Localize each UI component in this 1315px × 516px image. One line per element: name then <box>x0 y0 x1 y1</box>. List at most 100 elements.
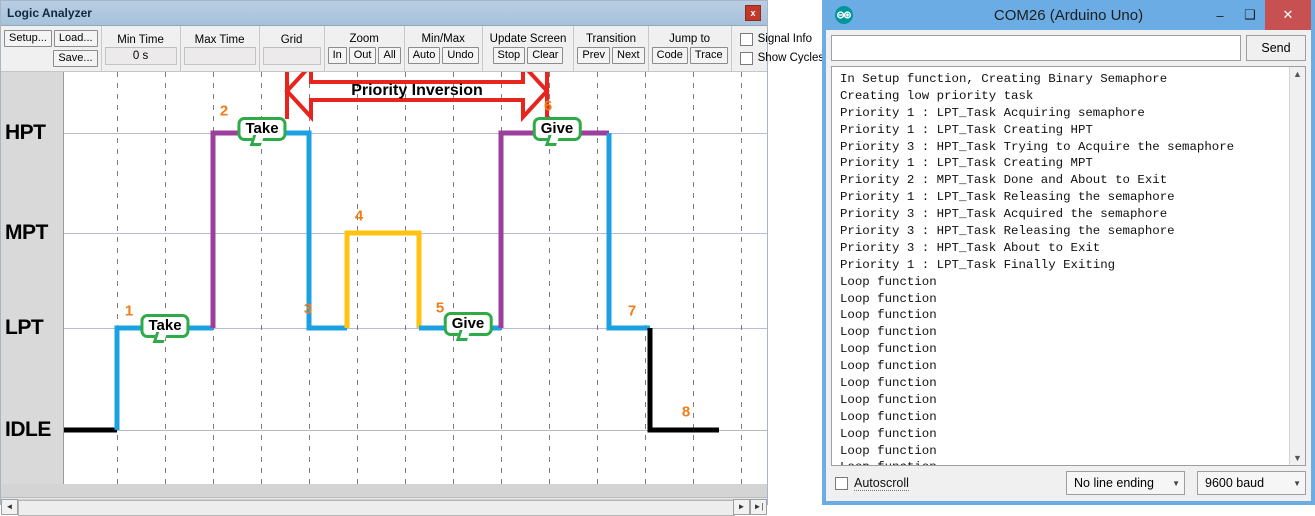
logic-analyzer-window: Logic Analyzer x Setup... Load... Save..… <box>0 0 837 516</box>
serial-line: Loop function <box>840 358 1289 375</box>
serial-line-text: Priority 1 : LPT_Task Releasing the sema… <box>840 190 1175 205</box>
minmax-auto-button[interactable]: Auto <box>407 47 441 64</box>
serial-output-area[interactable]: In Setup function, Creating Binary Semap… <box>831 66 1306 466</box>
signal-label-lpt: LPT <box>5 316 44 339</box>
toolbar-group-min-time: Min Time 0 s <box>102 26 181 71</box>
scroll-up-button[interactable]: ▲ <box>1293 67 1302 81</box>
baud-rate-value: 9600 baud <box>1205 476 1265 490</box>
zoom-label: Zoom <box>349 32 379 45</box>
close-icon[interactable]: ✕ <box>1265 0 1311 30</box>
minmax-undo-button[interactable]: Undo <box>442 47 479 64</box>
plot-area: HPT MPT LPT IDLE Priority Inversion 1 2 3 4 5 6 7 8… <box>1 72 767 484</box>
serial-line-text: Loop function <box>840 460 937 465</box>
serial-line-number: 5 <box>831 189 832 206</box>
serial-line-text: Loop function <box>840 426 937 441</box>
zoom-out-button[interactable]: Out <box>348 47 377 64</box>
event-marker-1: 1 <box>124 302 134 320</box>
zoom-in-button[interactable]: In <box>327 47 347 64</box>
baud-rate-select[interactable]: 9600 baud ▼ <box>1197 471 1306 495</box>
serial-monitor-window: COM26 (Arduino Uno) – ❑ ✕ Send In Setup … <box>822 0 1315 505</box>
serial-line-text: Priority 1 : LPT_Task Finally Exiting <box>840 257 1116 272</box>
serial-line: Loop function <box>840 459 1289 465</box>
semaphore-bubble-give-4: Give <box>532 117 582 141</box>
plot-bottom-spacer <box>1 484 767 497</box>
serial-line-number: 6 <box>831 206 832 223</box>
signal-label-column: HPT MPT LPT IDLE <box>1 72 64 484</box>
serial-line: Loop function <box>840 307 1289 324</box>
load-button[interactable]: Load... <box>53 30 98 47</box>
serial-line-text: Loop function <box>840 342 937 357</box>
serial-vertical-scrollbar[interactable]: ▲ ▼ <box>1289 67 1305 465</box>
minimize-icon[interactable]: – <box>1205 0 1235 30</box>
close-icon[interactable]: x <box>745 5 761 21</box>
send-button[interactable]: Send <box>1246 35 1306 61</box>
scroll-down-button[interactable]: ▼ <box>1293 451 1302 465</box>
serial-line-text: Loop function <box>840 409 937 424</box>
scrollbar-thumb[interactable] <box>18 499 735 516</box>
toolbar-group-zoom: Zoom In Out All <box>325 26 405 71</box>
serial-line: Loop function <box>840 426 1289 443</box>
scroll-end-button[interactable]: ►| <box>750 498 767 515</box>
checkbox-show-cycles[interactable]: Show Cycles <box>739 49 824 68</box>
toolbar-group-update-screen: Update Screen Stop Clear <box>483 26 575 71</box>
min-time-label: Min Time <box>117 33 164 46</box>
chevron-down-icon: ▼ <box>1293 478 1301 488</box>
serial-line: 7Priority 1 : LPT_Task Finally Exiting <box>840 257 1289 274</box>
serial-line: Loop function <box>840 375 1289 392</box>
scrollbar-track[interactable] <box>18 498 735 516</box>
serial-line-number: 7 <box>831 257 832 274</box>
show-cycles-checkbox[interactable] <box>739 51 753 65</box>
waveform-plot[interactable]: Priority Inversion 1 2 3 4 5 6 7 8 Take Take Give Gi… <box>64 72 767 484</box>
setup-button[interactable]: Setup... <box>4 30 52 47</box>
window-controls: – ❑ ✕ <box>1205 0 1311 30</box>
grid-label: Grid <box>280 33 303 46</box>
zoom-all-button[interactable]: All <box>378 47 401 64</box>
min-time-field[interactable]: 0 s <box>104 46 177 65</box>
serial-line-text: Loop function <box>840 291 937 306</box>
max-time-field[interactable] <box>183 46 256 65</box>
max-time-label: Max Time <box>194 33 245 46</box>
minmax-label: Min/Max <box>421 32 465 45</box>
save-button[interactable]: Save... <box>53 50 98 67</box>
autoscroll-checkbox[interactable] <box>835 476 848 490</box>
serial-line-text: Loop function <box>840 392 937 407</box>
serial-line: Creating low priority task <box>840 88 1289 105</box>
maximize-icon[interactable]: ❑ <box>1235 0 1265 30</box>
toolbar-group-grid: Grid <box>260 26 325 71</box>
line-ending-value: No line ending <box>1074 476 1154 490</box>
scroll-right-button[interactable]: ► <box>733 498 750 515</box>
autoscroll-control[interactable]: Autoscroll <box>835 476 909 491</box>
transition-next-button[interactable]: Next <box>612 47 645 64</box>
semaphore-bubble-take-2: Take <box>237 117 287 141</box>
clear-button[interactable]: Clear <box>527 47 564 64</box>
serial-line-text: Priority 2 : MPT_Task Done and About to … <box>840 173 1168 188</box>
serial-line-text: Priority 3 : HPT_Task About to Exit <box>840 240 1101 255</box>
signal-label-hpt: HPT <box>5 121 46 144</box>
scroll-left-button[interactable]: ◄ <box>1 498 18 515</box>
stop-button[interactable]: Stop <box>492 47 526 64</box>
toolbar-group-minmax: Min/Max Auto Undo <box>405 26 483 71</box>
serial-line-text: Priority 3 : HPT_Task Acquired the semap… <box>840 207 1168 222</box>
serial-line-text: Loop function <box>840 359 937 374</box>
signal-info-checkbox[interactable] <box>739 32 753 46</box>
waveform-lpt-resume <box>261 130 347 331</box>
signal-info-label: Signal Info <box>757 33 812 45</box>
jumpto-code-button[interactable]: Code <box>651 47 688 64</box>
transition-prev-button[interactable]: Prev <box>577 47 610 64</box>
line-ending-select[interactable]: No line ending ▼ <box>1066 471 1185 495</box>
horizontal-scrollbar[interactable]: ◄ ► ►| <box>1 497 767 516</box>
checkbox-signal-info[interactable]: Signal Info <box>739 30 824 49</box>
autoscroll-label: Autoscroll <box>854 475 909 491</box>
serial-line: Priority 3 : HPT_Task Releasing the sema… <box>840 223 1289 240</box>
jumpto-trace-button[interactable]: Trace <box>689 47 728 64</box>
transition-label: Transition <box>585 32 637 45</box>
serial-line: Loop function <box>840 392 1289 409</box>
serial-line: Loop function <box>840 291 1289 308</box>
event-marker-7: 7 <box>627 302 637 320</box>
grid-field[interactable] <box>262 46 321 65</box>
serial-line: 2Priority 3 : HPT_Task Trying to Acquire… <box>840 139 1289 156</box>
serial-send-input[interactable] <box>831 35 1241 61</box>
jumpto-label: Jump to <box>669 32 711 45</box>
serial-line: 3Priority 1 : LPT_Task Creating MPT <box>840 155 1289 172</box>
waveform-hpt_task-run <box>498 130 609 328</box>
